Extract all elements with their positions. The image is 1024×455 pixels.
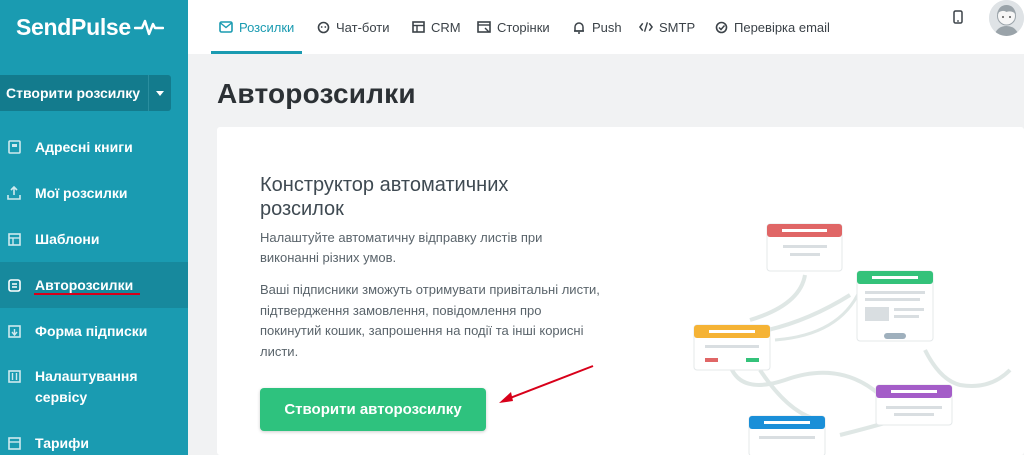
pulse-logo-icon bbox=[133, 19, 164, 36]
mobile-icon[interactable] bbox=[952, 10, 964, 24]
logo[interactable]: SendPulse bbox=[0, 0, 188, 54]
tab-smtp[interactable]: SMTP bbox=[639, 0, 695, 54]
tab-pages[interactable]: Сторінки bbox=[477, 0, 550, 54]
caret-down-icon bbox=[156, 90, 164, 96]
sidebar-item-label: Мої розсилки bbox=[35, 184, 128, 201]
sidebar-item-templates[interactable]: Шаблони bbox=[0, 216, 188, 262]
tab-label: Чат-боти bbox=[336, 19, 390, 35]
sidebar-item-label: Адресні книги bbox=[35, 138, 133, 155]
annotation-underline bbox=[34, 293, 140, 295]
pages-icon bbox=[477, 20, 491, 34]
top-navigation: Розсилки Чат-боти CRM Сторінки Push SMTP bbox=[188, 0, 1024, 54]
automation-icon bbox=[7, 278, 21, 292]
tab-email-verification[interactable]: Перевірка email bbox=[714, 0, 830, 54]
address-book-icon bbox=[7, 140, 21, 154]
tab-label: Сторінки bbox=[497, 19, 550, 35]
chatbot-icon bbox=[316, 20, 330, 34]
sidebar: SendPulse Створити розсилку Адресні книг… bbox=[0, 0, 188, 455]
pricing-icon bbox=[7, 436, 21, 450]
workflow-illustration bbox=[693, 223, 1012, 455]
card-details: Ваші підписники зможуть отримувати приві… bbox=[260, 282, 600, 359]
create-campaign-group: Створити розсилку bbox=[0, 75, 171, 111]
sidebar-item-subscription-form[interactable]: Форма підписки bbox=[0, 308, 188, 354]
crm-icon bbox=[411, 20, 425, 34]
create-campaign-button[interactable]: Створити розсилку bbox=[0, 75, 148, 111]
tab-chatbots[interactable]: Чат-боти bbox=[316, 0, 390, 54]
tab-crm[interactable]: CRM bbox=[411, 0, 461, 54]
check-circle-icon bbox=[714, 20, 728, 34]
settings-icon bbox=[7, 369, 21, 383]
tab-label: SMTP bbox=[659, 19, 696, 35]
avatar-icon bbox=[989, 0, 1024, 36]
tab-push[interactable]: Push bbox=[572, 0, 622, 54]
mail-icon bbox=[219, 20, 233, 34]
bell-icon bbox=[572, 20, 586, 34]
tab-label: Перевірка email bbox=[734, 19, 830, 35]
annotation-arrow-icon bbox=[499, 365, 594, 403]
sidebar-item-my-campaigns[interactable]: Мої розсилки bbox=[0, 170, 188, 216]
subscription-form-icon bbox=[7, 324, 21, 338]
sidebar-nav: Адресні книги Мої розсилки Шаблони Автор… bbox=[0, 124, 188, 455]
user-avatar[interactable] bbox=[989, 0, 1024, 36]
upload-icon bbox=[7, 186, 21, 200]
card-title: Конструктор автоматичних розсилок bbox=[260, 174, 509, 220]
sidebar-item-label: Форма підписки bbox=[35, 322, 148, 339]
page-title: Авторозсилки bbox=[217, 78, 416, 109]
sidebar-item-label: Шаблони bbox=[35, 230, 100, 247]
tab-campaigns[interactable]: Розсилки bbox=[210, 0, 303, 54]
sidebar-item-service-settings[interactable]: Налаштування сервісу bbox=[0, 354, 188, 420]
code-icon bbox=[639, 20, 653, 34]
create-campaign-dropdown[interactable] bbox=[148, 75, 171, 111]
card-description: Налаштуйте автоматичну відправку листів … bbox=[260, 230, 543, 265]
sidebar-item-autoresponders[interactable]: Авторозсилки bbox=[0, 262, 188, 308]
sidebar-item-label: Тарифи bbox=[35, 434, 90, 451]
tab-label: Push bbox=[592, 19, 622, 35]
sidebar-item-pricing[interactable]: Тарифи bbox=[0, 420, 188, 455]
logo-text: SendPulse bbox=[16, 13, 131, 40]
tab-label: Розсилки bbox=[239, 19, 295, 35]
template-icon bbox=[7, 232, 21, 246]
sidebar-item-address-books[interactable]: Адресні книги bbox=[0, 124, 188, 170]
create-autoresponder-button[interactable]: Створити авторозсилку bbox=[260, 388, 486, 431]
sidebar-item-label: Налаштування сервісу bbox=[35, 368, 138, 405]
tab-label: CRM bbox=[431, 19, 461, 35]
